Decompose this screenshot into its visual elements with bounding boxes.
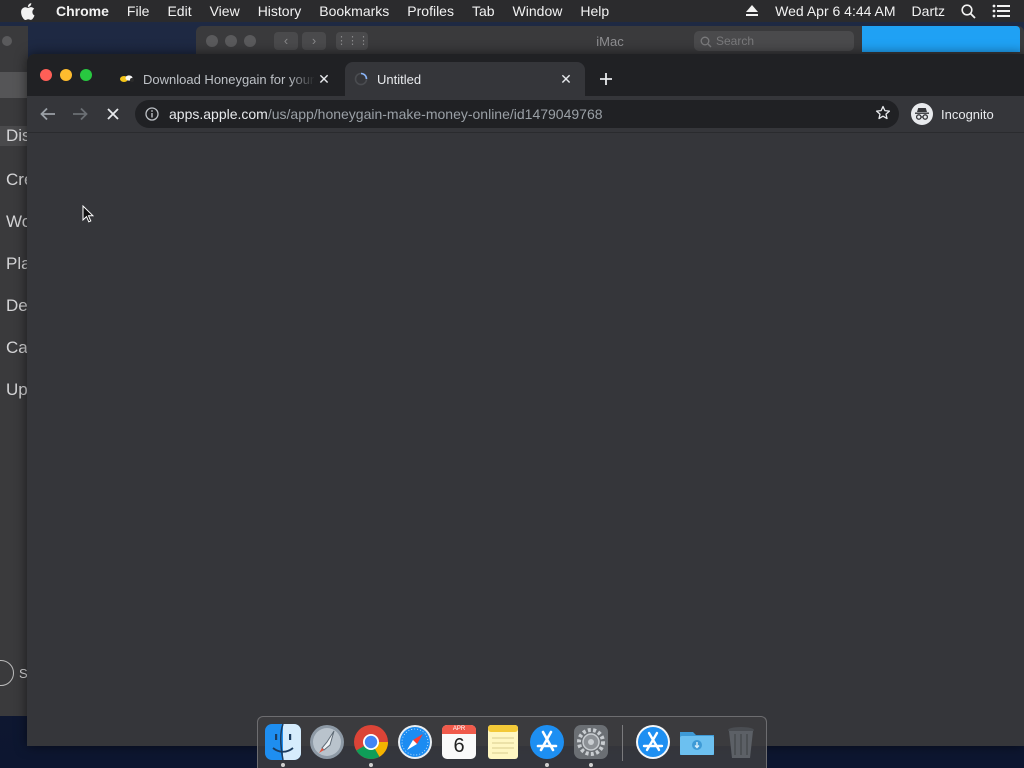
apple-menu-icon[interactable]: [20, 2, 42, 20]
background-window-accent-button[interactable]: [862, 26, 1020, 52]
menu-edit[interactable]: Edit: [167, 3, 191, 19]
left-window-titlebar: [0, 26, 28, 56]
app-store-stack-icon[interactable]: [634, 723, 672, 761]
menu-profiles[interactable]: Profiles: [407, 3, 454, 19]
tab-untitled[interactable]: Untitled ✕: [345, 62, 585, 96]
left-window-toolbar-strip: [0, 72, 28, 98]
address-bar[interactable]: apps.apple.com/us/app/honeygain-make-mon…: [135, 100, 899, 128]
trash-icon[interactable]: [722, 723, 760, 761]
finder-icon[interactable]: [264, 723, 302, 761]
menu-bar-status-area: Wed Apr 6 4:44 AM Dartz: [745, 0, 1024, 22]
left-sidebar-item-0[interactable]: Dis: [0, 126, 28, 146]
close-tab-icon[interactable]: ✕: [557, 70, 575, 88]
safari-icon[interactable]: [396, 723, 434, 761]
url-text[interactable]: apps.apple.com/us/app/honeygain-make-mon…: [169, 106, 603, 122]
calendar-icon[interactable]: APR 6: [440, 723, 478, 761]
left-sidebar-item-5[interactable]: Ca: [6, 338, 28, 358]
notification-center-icon[interactable]: [992, 4, 1010, 18]
stop-loading-button[interactable]: [100, 102, 126, 126]
notes-icon[interactable]: [484, 723, 522, 761]
page-content-blank[interactable]: [27, 132, 1024, 746]
menu-window[interactable]: Window: [513, 3, 563, 19]
app-store-running-indicator: [545, 763, 549, 767]
left-sidebar-item-1[interactable]: Cre: [6, 170, 28, 190]
arrow-right-icon: [73, 107, 88, 121]
url-path: /us/app/honeygain-make-money-online/id14…: [267, 106, 603, 122]
downloads-folder-icon[interactable]: [678, 723, 716, 761]
forward-button[interactable]: [67, 102, 93, 126]
menu-bookmarks[interactable]: Bookmarks: [319, 3, 389, 19]
back-button[interactable]: [35, 102, 61, 126]
tab-title: Untitled: [377, 71, 422, 87]
launchpad-icon[interactable]: [308, 723, 346, 761]
spotlight-search-icon[interactable]: [961, 3, 976, 19]
system-preferences-running-indicator: [589, 763, 593, 767]
minimize-window-button[interactable]: [60, 69, 72, 81]
dock-separator: [622, 725, 623, 761]
menu-clock[interactable]: Wed Apr 6 4:44 AM: [775, 3, 895, 19]
mouse-pointer-icon: [82, 204, 95, 228]
dock: APR 6: [257, 716, 767, 768]
menu-user[interactable]: Dartz: [912, 3, 945, 19]
menu-history[interactable]: History: [258, 3, 302, 19]
chrome-running-indicator: [369, 763, 373, 767]
site-info-icon[interactable]: [145, 106, 161, 122]
arrow-left-icon: [40, 107, 55, 121]
honeygain-favicon-icon: [119, 71, 135, 87]
app-store-icon[interactable]: [528, 723, 566, 761]
eject-icon[interactable]: [745, 5, 759, 17]
chrome-window: Download Honeygain for your Com ✕ Untitl…: [27, 54, 1024, 746]
left-sidebar-item-6[interactable]: Up: [6, 380, 28, 400]
incognito-icon: [911, 103, 933, 125]
left-sidebar-item-4[interactable]: De: [6, 296, 28, 316]
menu-help[interactable]: Help: [580, 3, 609, 19]
incognito-label: Incognito: [941, 106, 994, 122]
incognito-profile-button[interactable]: Incognito: [911, 101, 994, 127]
bookmark-star-icon[interactable]: [875, 105, 891, 126]
chrome-app-icon[interactable]: [352, 723, 390, 761]
menu-file[interactable]: File: [127, 3, 150, 19]
menu-bar: Chrome File Edit View History Bookmarks …: [0, 0, 1024, 22]
system-preferences-icon[interactable]: [572, 723, 610, 761]
plus-icon: [600, 73, 612, 85]
close-tab-icon[interactable]: ✕: [315, 70, 333, 88]
menu-view[interactable]: View: [210, 3, 240, 19]
tab-title: Download Honeygain for your Com: [143, 71, 315, 87]
new-tab-button[interactable]: [595, 68, 617, 90]
tab-honeygain[interactable]: Download Honeygain for your Com ✕: [111, 62, 343, 96]
left-sidebar-item-2[interactable]: Wo: [6, 212, 28, 232]
left-window-account-icon[interactable]: [0, 660, 14, 686]
background-search-field[interactable]: Search: [694, 31, 854, 51]
url-host: apps.apple.com: [169, 106, 268, 122]
search-icon: [700, 34, 712, 54]
browser-toolbar: apps.apple.com/us/app/honeygain-make-mon…: [27, 96, 1024, 132]
left-background-window: Dis Cre Wo Pla De Ca Up S: [0, 26, 28, 716]
finder-running-indicator: [281, 763, 285, 767]
menu-app-name[interactable]: Chrome: [56, 3, 109, 19]
window-controls: [40, 69, 92, 81]
calendar-day: 6: [453, 735, 465, 757]
background-search-placeholder: Search: [716, 34, 755, 48]
close-icon: [107, 108, 119, 120]
background-window-titlebar: ‹ › ⋮⋮⋮ iMac Search: [196, 26, 1024, 56]
tab-strip: Download Honeygain for your Com ✕ Untitl…: [27, 54, 1024, 96]
menu-tab[interactable]: Tab: [472, 3, 495, 19]
calendar-month: APR: [452, 726, 466, 732]
left-sidebar-item-3[interactable]: Pla: [6, 254, 28, 274]
zoom-window-button[interactable]: [80, 69, 92, 81]
loading-spinner-icon: [353, 71, 369, 87]
close-window-button[interactable]: [40, 69, 52, 81]
